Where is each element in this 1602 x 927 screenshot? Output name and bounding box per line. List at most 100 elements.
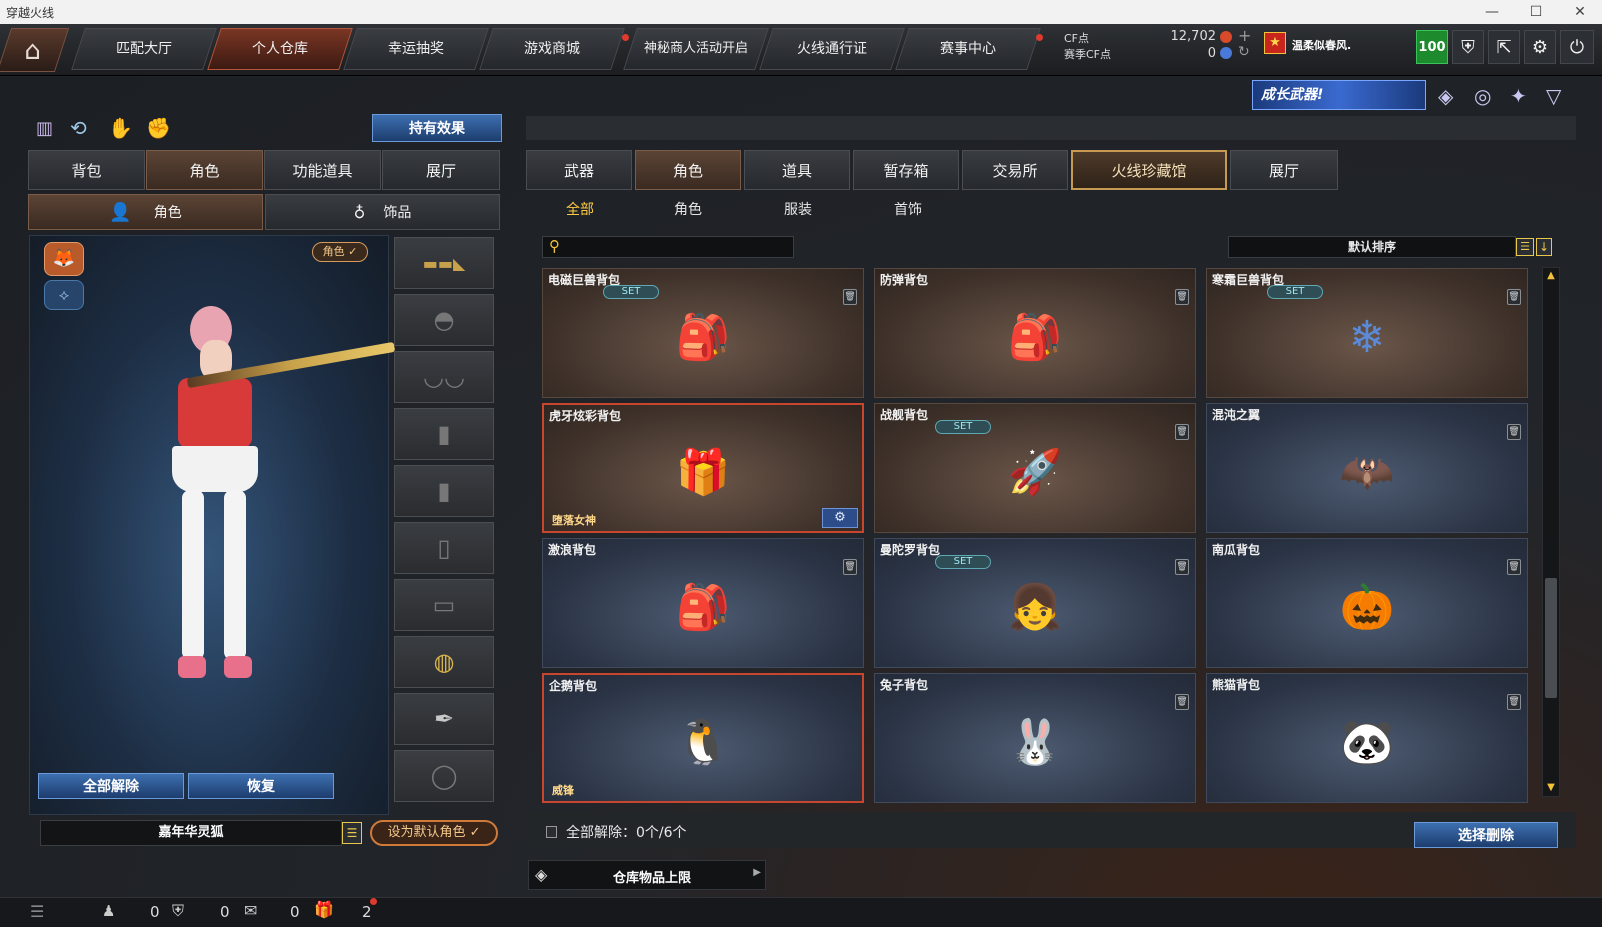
minimize-button[interactable]: — <box>1470 0 1514 24</box>
nav-tab-battle-pass[interactable]: 火线通行证 <box>759 28 905 70</box>
sort-list-icon[interactable]: ☰ <box>1516 238 1534 256</box>
release-all-button[interactable]: 全部解除 <box>38 773 184 799</box>
item-grid-scrollbar[interactable]: ▲ ▼ <box>1542 267 1560 797</box>
trash-icon[interactable]: 🗑 <box>1175 289 1189 305</box>
menu-list-icon[interactable]: ☰ <box>30 902 44 921</box>
trash-icon[interactable]: 🗑 <box>1507 289 1521 305</box>
select-delete-button[interactable]: 选择删除 <box>1414 822 1558 848</box>
event-icon-3[interactable]: ✦ <box>1510 84 1527 108</box>
scroll-down-icon[interactable]: ▼ <box>1545 782 1557 794</box>
nav-tab-personal-storage[interactable]: 个人仓库 <box>207 28 353 70</box>
close-button[interactable]: ✕ <box>1558 0 1602 24</box>
item-card[interactable]: 曼陀罗背包 SET 🗑 👧 <box>874 538 1196 668</box>
slot-body[interactable]: ▯ <box>394 522 494 574</box>
right-tab-weapons[interactable]: 武器 <box>526 150 632 190</box>
rotate-icon[interactable]: ⟲ <box>70 116 87 140</box>
item-card[interactable]: 熊猫背包 🗑 🐼 <box>1206 673 1528 803</box>
slot-backpack[interactable]: ▮ <box>394 465 494 517</box>
event-icon-1[interactable]: ◈ <box>1438 84 1453 108</box>
left-tab-showroom[interactable]: 展厅 <box>382 150 500 190</box>
maximize-button[interactable]: ☐ <box>1514 0 1558 24</box>
left-subtab-accessory[interactable]: ♁ 饰品 <box>265 194 500 230</box>
chat-icon[interactable]: ✉ <box>244 901 257 920</box>
sort-direction-icon[interactable]: ↓ <box>1536 238 1552 256</box>
item-card-selected[interactable]: 虎牙炫彩背包 🎁 堕落女神 ⚙ <box>542 403 864 533</box>
subtab-clothing[interactable]: 服装 <box>758 193 838 225</box>
search-box[interactable]: ⚲ <box>542 236 794 258</box>
pose-icon[interactable]: ✋ <box>108 116 133 140</box>
item-card[interactable]: 兔子背包 🗑 🐰 <box>874 673 1196 803</box>
glove-icon[interactable]: ✊ <box>146 116 171 140</box>
power-icon[interactable]: ⏻ <box>1560 30 1594 64</box>
subtab-all[interactable]: 全部 <box>540 193 620 225</box>
trash-icon[interactable]: 🗑 <box>1507 559 1521 575</box>
right-tab-showroom[interactable]: 展厅 <box>1230 150 1338 190</box>
trash-icon[interactable]: 🗑 <box>1175 694 1189 710</box>
refresh-icon[interactable]: ↻ <box>1238 44 1250 60</box>
nav-tab-game-mall[interactable]: 游戏商城 <box>479 28 625 70</box>
item-card[interactable]: 南瓜背包 🗑 🎃 <box>1206 538 1528 668</box>
slot-ring[interactable]: ◍ <box>394 636 494 688</box>
settings-gear-icon[interactable]: ⚙ <box>1524 30 1556 64</box>
stats-icon[interactable]: ▥ <box>36 118 53 139</box>
nav-tab-match-hall[interactable]: 匹配大厅 <box>71 28 217 70</box>
left-tab-backpack[interactable]: 背包 <box>28 150 145 190</box>
character-name-field[interactable]: 嘉年华灵狐 <box>40 820 342 846</box>
item-card[interactable]: 战舰背包 SET 🗑 🚀 <box>874 403 1196 533</box>
item-card[interactable]: 寒霜巨兽背包 SET 🗑 ❄ <box>1206 268 1528 398</box>
home-button[interactable]: ⌂ <box>0 28 70 72</box>
item-card-selected[interactable]: 企鹅背包 🐧 威锋 <box>542 673 864 803</box>
right-tab-collection[interactable]: 火线珍藏馆 <box>1071 150 1227 190</box>
character-model[interactable] <box>138 300 288 720</box>
exit-room-icon[interactable]: ⇱ <box>1488 30 1520 64</box>
subtab-jewelry[interactable]: 首饰 <box>868 193 948 225</box>
scroll-up-icon[interactable]: ▲ <box>1545 270 1557 282</box>
slot-knife[interactable]: ✒ <box>394 693 494 745</box>
right-tab-character[interactable]: 角色 <box>635 150 741 190</box>
player-name[interactable]: 温柔似春风. <box>1292 37 1351 53</box>
slot-helmet[interactable]: ◓ <box>394 294 494 346</box>
item-card[interactable]: 电磁巨兽背包 SET 🗑 🎒 <box>542 268 864 398</box>
trash-icon[interactable]: 🗑 <box>1507 694 1521 710</box>
character-list-icon[interactable]: ☰ <box>342 822 362 844</box>
add-cf-icon[interactable]: + <box>1238 26 1251 45</box>
restore-button[interactable]: 恢复 <box>188 773 334 799</box>
fox-emblem-icon[interactable]: 🦊 <box>44 242 84 276</box>
event-icon-4[interactable]: ▽ <box>1546 84 1561 108</box>
trash-icon[interactable]: 🗑 <box>1507 424 1521 440</box>
left-tab-function-items[interactable]: 功能道具 <box>264 150 381 190</box>
item-card[interactable]: 防弹背包 🗑 🎒 <box>874 268 1196 398</box>
role-badge[interactable]: 角色 ✓ <box>312 242 368 262</box>
growth-weapon-banner[interactable]: 成长武器! <box>1252 80 1426 110</box>
slot-vest[interactable]: ▮ <box>394 408 494 460</box>
storage-limit-bar[interactable]: ◈ 仓库物品上限 ▶ <box>528 860 766 890</box>
shield-icon[interactable]: ⛨ <box>1452 30 1484 64</box>
trash-icon[interactable]: 🗑 <box>1175 424 1189 440</box>
trash-icon[interactable]: 🗑 <box>843 559 857 575</box>
right-tab-exchange[interactable]: 交易所 <box>962 150 1068 190</box>
team-emblem-icon[interactable]: ⟡ <box>44 280 84 310</box>
search-input[interactable] <box>569 238 789 256</box>
clan-shield-icon[interactable]: ⛨ <box>172 901 184 921</box>
slot-primary-weapon[interactable]: ▬▬◣ <box>394 237 494 289</box>
slot-accessory[interactable]: ◯ <box>394 750 494 802</box>
nav-tab-lucky-draw[interactable]: 幸运抽奖 <box>343 28 489 70</box>
set-default-character-button[interactable]: 设为默认角色 ✓ <box>370 820 498 846</box>
hold-effect-button[interactable]: 持有效果 <box>372 114 502 142</box>
item-card[interactable]: 混沌之翼 🗑 🦇 <box>1206 403 1528 533</box>
item-card[interactable]: 激浪背包 🗑 🎒 <box>542 538 864 668</box>
right-tab-temp-box[interactable]: 暂存箱 <box>853 150 959 190</box>
right-tab-items[interactable]: 道具 <box>744 150 850 190</box>
event-icon-2[interactable]: ◎ <box>1474 84 1491 108</box>
nav-tab-mystery-merchant[interactable]: 神秘商人活动开启 <box>623 28 769 70</box>
sort-dropdown[interactable]: 默认排序 <box>1228 236 1516 258</box>
left-tab-character[interactable]: 角色 <box>146 150 263 190</box>
subtab-character[interactable]: 角色 <box>648 193 728 225</box>
nav-tab-event-center[interactable]: 赛事中心 <box>895 28 1041 70</box>
friends-icon[interactable]: ♟ <box>102 902 115 920</box>
gift-icon[interactable]: 🎁 <box>314 900 334 919</box>
gear-icon[interactable]: ⚙ <box>822 508 858 528</box>
left-subtab-character[interactable]: 👤 角色 <box>28 194 263 230</box>
scroll-thumb[interactable] <box>1545 578 1557 698</box>
trash-icon[interactable]: 🗑 <box>1175 559 1189 575</box>
